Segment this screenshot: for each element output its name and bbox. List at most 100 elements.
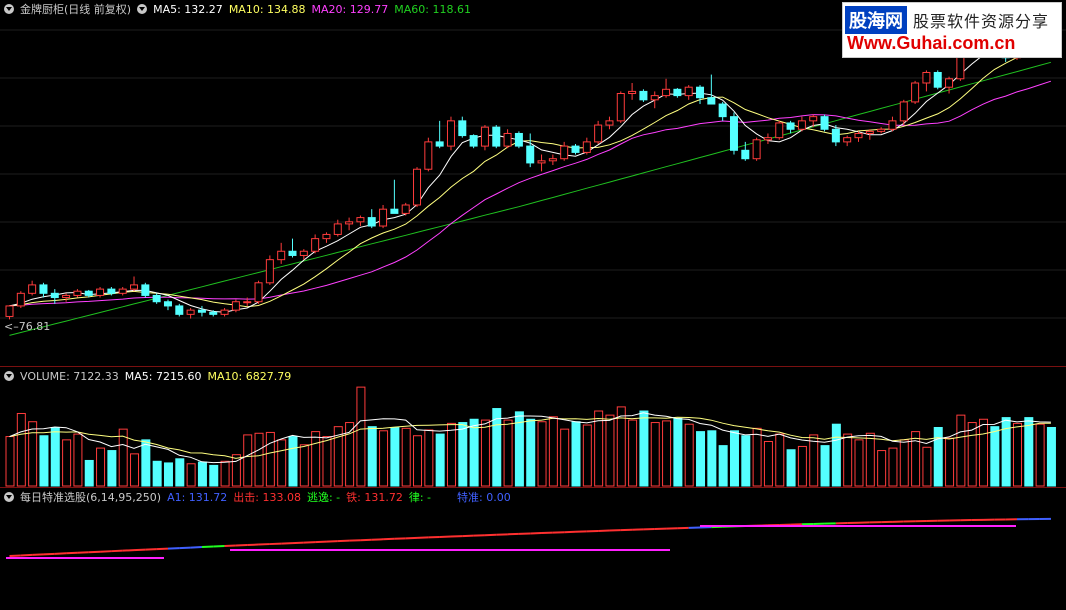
candle-body [299,250,308,256]
indicator-line [133,548,146,552]
candle-body [333,223,342,235]
volume-bar [503,419,513,487]
candle-body [277,250,286,261]
ma20-line [9,80,1052,307]
candle-body [707,97,716,105]
volume-bar [865,432,875,487]
indicator-line [77,551,89,554]
volume-bar [662,420,672,487]
volume-bar [763,441,773,487]
candle-body [254,282,263,303]
volume-bar [945,437,955,487]
volume-bar [186,463,196,487]
volume-bar [718,445,728,487]
candle-body [118,288,127,294]
candle-body [141,284,150,296]
candle-body [413,168,422,206]
candle-body [537,160,546,164]
volume-bar [413,435,423,487]
volume-bar [311,431,321,487]
volume-bar [84,459,94,487]
candle-body [843,137,852,143]
volume-panel[interactable]: VOLUME: 7122.33 MA5: 7215.60 MA10: 6827.… [0,367,1066,487]
indicator-line [190,546,202,549]
candle-body [480,126,489,147]
candle-body [775,122,784,139]
candle-body [639,90,648,101]
volume-bar [141,439,151,487]
candle-body [933,71,942,88]
candle-body [797,120,806,130]
volume-bar [62,439,72,487]
volume-bar [639,410,649,487]
candle-body [390,208,399,214]
volume-bar [163,462,173,487]
volume-bar [582,424,592,487]
volume-bar [107,450,117,487]
volume-bar [50,426,60,487]
volume-bar [73,433,83,487]
volume-bar [922,446,932,487]
candle-body [39,284,48,294]
candle-body [209,311,218,315]
volume-bar [752,427,762,487]
candle-body [356,217,365,223]
volume-bar [933,426,943,487]
candle-body [673,88,682,97]
volume-bar [152,460,162,487]
candle-body [741,149,750,160]
candle-body [594,124,603,143]
candle-body [220,309,229,315]
ma5-line [9,40,1052,313]
ma10-line [9,48,1052,308]
candle-body [379,208,388,227]
candle-body [492,126,501,147]
candle-body [809,116,818,122]
volume-bar [458,422,468,487]
candle-body [50,292,59,299]
volume-bar [628,419,638,487]
volume-bar [979,418,989,487]
volume-bar [797,445,807,487]
candle-body [582,141,591,153]
indicator-line [179,546,191,550]
indicator-line [156,547,169,551]
volume-bar [854,439,864,487]
candle-body [424,141,433,170]
candle-body [526,145,535,164]
candle-body [28,284,37,294]
candle-body [345,221,354,225]
candle-body [503,132,512,147]
volume-bar [130,453,140,487]
candle-body [243,301,252,304]
candle-body [265,259,274,284]
volume-bar [175,458,185,487]
indicator-line [43,552,55,556]
volume-bar [729,430,739,487]
indicator-line [111,549,123,553]
volume-chart[interactable] [0,367,1066,487]
candle-body [763,137,772,141]
candle-body [684,86,693,97]
volume-bar [707,430,717,487]
candle-body [877,128,886,132]
indicator-panel[interactable]: 每日特准选股(6,14,95,250) A1: 131.72 出击: 133.0… [0,488,1066,610]
volume-bar [684,423,694,487]
candle-body [548,158,557,162]
candle-body [650,95,659,101]
indicator-chart[interactable] [0,488,1066,610]
candle-body [696,86,705,99]
volume-bar [831,423,841,487]
candle-body [831,128,840,143]
candle-body [911,82,920,103]
candle-body [288,250,297,256]
volume-bar [5,436,15,487]
candle-body [73,290,82,296]
volume-bar [197,461,207,487]
indicator-line [145,548,157,551]
volume-bar [786,449,796,487]
indicator-line [88,550,101,554]
volume-bar [605,414,615,487]
candle-body [163,301,172,307]
candle-body [662,88,671,97]
